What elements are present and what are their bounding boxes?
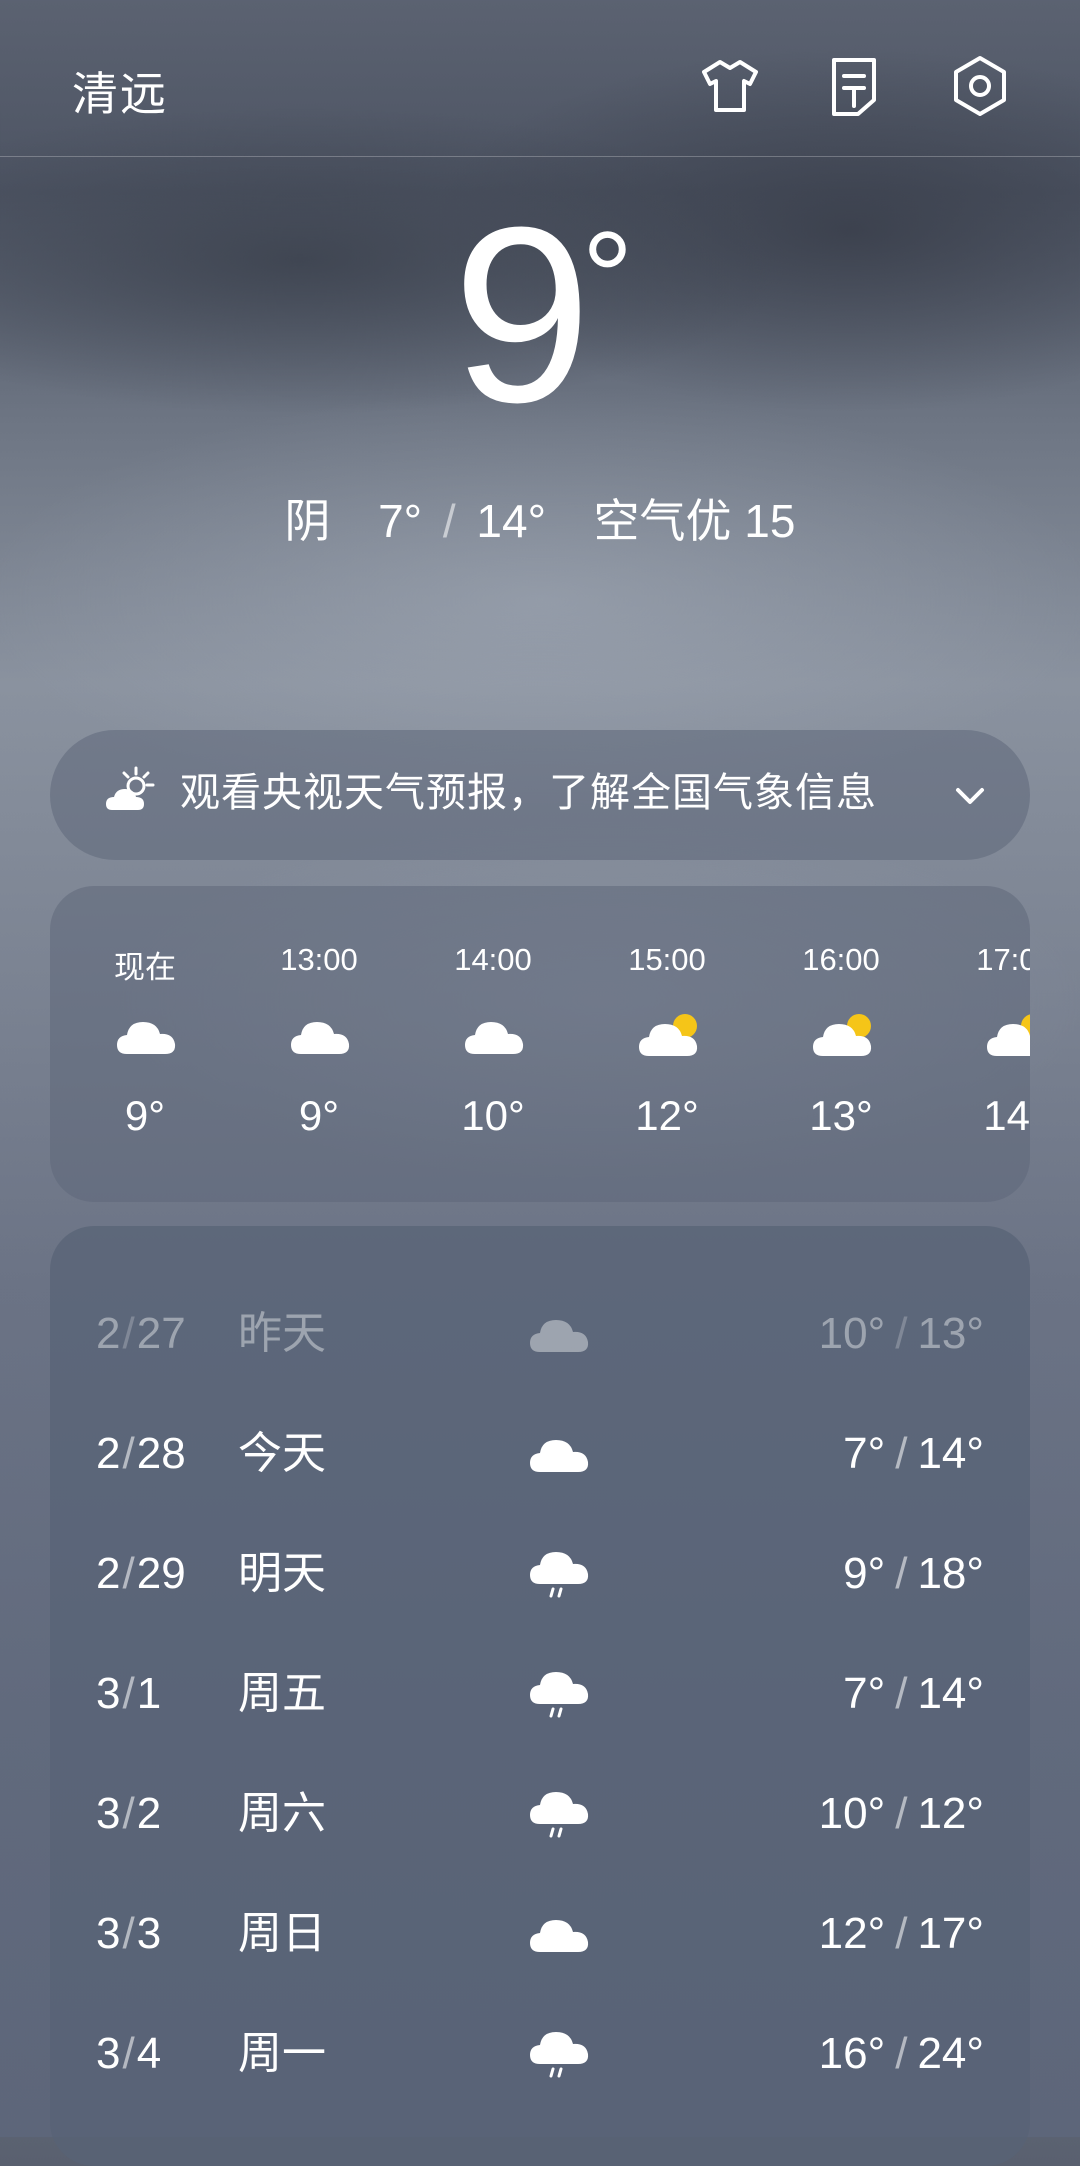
high-temp: 14° [476,495,546,547]
rain-icon [528,1546,592,1602]
day-date: 3/2 [96,1789,162,1838]
partly-cloudy-icon [985,1010,1030,1060]
air-quality[interactable]: 空气优 15 [594,495,796,547]
hour-temp: 9° [124,1092,166,1139]
low-temp: 7° [378,495,423,547]
hour-time: 14:00 [454,942,532,977]
day-range: 12°/17° [818,1909,984,1958]
settings-icon[interactable] [946,52,1014,120]
hour-time: 现在 [114,950,176,985]
day-range: 16°/24° [818,2029,984,2078]
sun-cloud-icon [102,764,158,820]
day-range: 7°/14° [843,1669,984,1718]
hour-time: 13:00 [280,942,358,977]
daily-row[interactable]: 3/4 周一 16°/24° [50,1994,1030,2114]
day-date: 3/3 [96,1909,162,1958]
day-range: 7°/14° [843,1429,984,1478]
hour-temp: 13° [809,1092,873,1139]
report-icon[interactable] [820,52,888,120]
current-temperature: 9° [0,190,1080,440]
day-range: 9°/18° [843,1549,984,1598]
forecast-video-banner[interactable]: 观看央视天气预报，了解全国气象信息 [50,730,1030,860]
hour-temp: 9° [298,1092,340,1139]
day-date: 2/28 [96,1429,186,1478]
tshirt-icon[interactable] [696,52,764,120]
day-label: 周一 [238,2029,326,2078]
top-bar: 清远 [0,0,1080,157]
daily-row[interactable]: 3/2 周六 10°/12° [50,1754,1030,1874]
daily-forecast: 2/27 昨天 10°/13° 2/28 今天 7°/14° 2/29 明天 9… [50,1226,1030,2166]
cloudy-icon [528,1906,592,1962]
day-date: 2/29 [96,1549,186,1598]
cloudy-icon [115,1010,179,1060]
partly-cloudy-icon [811,1010,875,1060]
daily-row[interactable]: 3/3 周日 12°/17° [50,1874,1030,1994]
hour-time: 15:00 [628,942,706,977]
city-name[interactable]: 清远 [72,58,168,124]
rain-icon [528,1666,592,1722]
day-label: 今天 [238,1429,326,1478]
cloudy-icon [463,1010,527,1060]
hour-temp: 14° [983,1092,1030,1139]
chevron-down-icon[interactable] [950,776,990,816]
cloudy-icon [289,1010,353,1060]
day-label: 明天 [238,1549,326,1598]
daily-row[interactable]: 2/29 明天 9°/18° [50,1514,1030,1634]
day-date: 3/4 [96,2029,162,2078]
condition-text: 阴 [284,495,331,547]
daily-row[interactable]: 2/28 今天 7°/14° [50,1394,1030,1514]
degree-symbol: ° [581,204,634,350]
day-label: 周日 [238,1909,326,1958]
day-label: 周五 [238,1669,326,1718]
daily-row[interactable]: 2/27 昨天 10°/13° [50,1274,1030,1394]
hour-temp: 12° [635,1092,699,1139]
day-date: 2/27 [96,1309,186,1358]
hour-temp: 10° [461,1092,525,1139]
day-range: 10°/12° [818,1789,984,1838]
hour-time: 16:00 [802,942,880,977]
hour-time: 17:00 [976,942,1030,977]
day-label: 昨天 [238,1309,326,1358]
current-temp-value: 9 [452,175,591,454]
rain-icon [528,2026,592,2082]
range-separator: / [442,495,456,547]
banner-text: 观看央视天气预报，了解全国气象信息 [180,771,877,815]
daily-row[interactable]: 3/1 周五 7°/14° [50,1634,1030,1754]
cloudy-icon [528,1426,592,1482]
day-label: 周六 [238,1789,326,1838]
hourly-forecast[interactable]: 现在 9° 13:00 9° 14:00 10° 15:00 12° 16:00… [50,886,1030,1202]
cloudy-icon [528,1306,592,1362]
rain-icon [528,1786,592,1842]
partly-cloudy-icon [637,1010,701,1060]
day-date: 3/1 [96,1669,162,1718]
day-range: 10°/13° [818,1309,984,1358]
current-summary[interactable]: 阴 7° / 14° 空气优 15 [0,485,1080,551]
